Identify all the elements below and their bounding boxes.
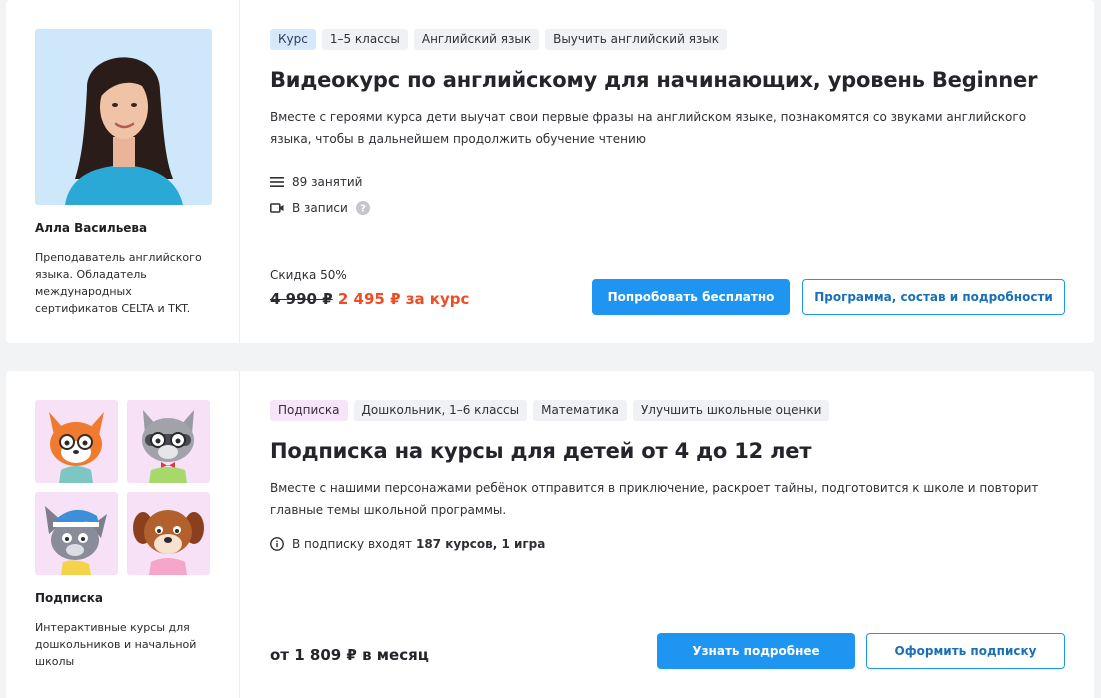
course-info: Курс 1–5 классы Английский язык Выучить … — [240, 0, 1094, 343]
wolf-character — [35, 492, 118, 575]
new-price: 2 495 ₽ за курс — [337, 290, 470, 308]
subscribe-button[interactable]: Оформить подписку — [866, 633, 1065, 669]
tag-grades[interactable]: Дошкольник, 1–6 классы — [353, 400, 528, 421]
author-photo — [35, 29, 212, 205]
svg-text:?: ? — [360, 204, 366, 215]
subscription-card: Подписка Интерактивные курсы для дошколь… — [6, 371, 1094, 698]
course-title[interactable]: Видеокурс по английскому для начинающих,… — [270, 68, 1094, 92]
tag-goal[interactable]: Выучить английский язык — [545, 29, 728, 50]
try-free-button[interactable]: Попробовать бесплатно — [592, 279, 790, 315]
fox-character — [35, 400, 118, 483]
learn-more-button[interactable]: Узнать подробнее — [657, 633, 855, 669]
course-format: В записи ? — [270, 201, 1094, 215]
info-icon — [270, 537, 284, 551]
course-description: Вместе с героями курса дети выучат свои … — [270, 110, 1027, 146]
format-label: В записи — [292, 201, 348, 215]
author-panel: Алла Васильева Преподаватель английского… — [6, 0, 240, 343]
lessons-label: 89 занятий — [292, 175, 363, 189]
author-name: Алла Васильева — [35, 221, 148, 235]
tag-subject[interactable]: Английский язык — [413, 29, 540, 50]
tag-type[interactable]: Подписка — [270, 400, 348, 421]
tag-goal[interactable]: Улучшить школьные оценки — [632, 400, 830, 421]
list-icon — [270, 177, 284, 187]
help-icon[interactable]: ? — [355, 201, 370, 215]
course-card: Алла Васильева Преподаватель английского… — [6, 0, 1094, 343]
subscription-includes: В подписку входят 187 курсов, 1 игра — [270, 537, 1094, 551]
raccoon-character — [127, 400, 210, 483]
video-icon — [270, 203, 284, 213]
old-price: 4 990 ₽ — [270, 290, 333, 308]
subscription-name: Подписка — [35, 591, 104, 605]
characters-grid — [35, 400, 239, 575]
discount-label: Скидка 50% — [270, 268, 347, 282]
subscription-price: от 1 809 ₽ в месяц — [270, 646, 429, 664]
tag-list: Курс 1–5 классы Английский язык Выучить … — [270, 29, 1094, 50]
program-details-button[interactable]: Программа, состав и подробности — [802, 279, 1065, 315]
author-description: Преподаватель английского языка. Обладат… — [35, 251, 202, 315]
subscription-details: Вместе с нашими персонажами ребёнок отпр… — [270, 481, 1039, 517]
subscription-description: Интерактивные курсы для дошкольников и н… — [35, 621, 197, 668]
puppy-character — [127, 492, 210, 575]
includes-text: В подписку входят — [292, 537, 412, 551]
tag-grades[interactable]: 1–5 классы — [321, 29, 408, 50]
subscription-panel: Подписка Интерактивные курсы для дошколь… — [6, 371, 240, 698]
tag-type[interactable]: Курс — [270, 29, 316, 50]
tag-subject[interactable]: Математика — [533, 400, 627, 421]
price: 4 990 ₽ 2 495 ₽ за курс — [270, 290, 469, 308]
includes-count: 187 курсов, 1 игра — [415, 537, 546, 551]
tag-list: Подписка Дошкольник, 1–6 классы Математи… — [270, 400, 1094, 421]
subscription-title[interactable]: Подписка на курсы для детей от 4 до 12 л… — [270, 439, 1094, 463]
subscription-info: Подписка Дошкольник, 1–6 классы Математи… — [240, 371, 1094, 698]
lessons-count: 89 занятий — [270, 175, 1094, 189]
